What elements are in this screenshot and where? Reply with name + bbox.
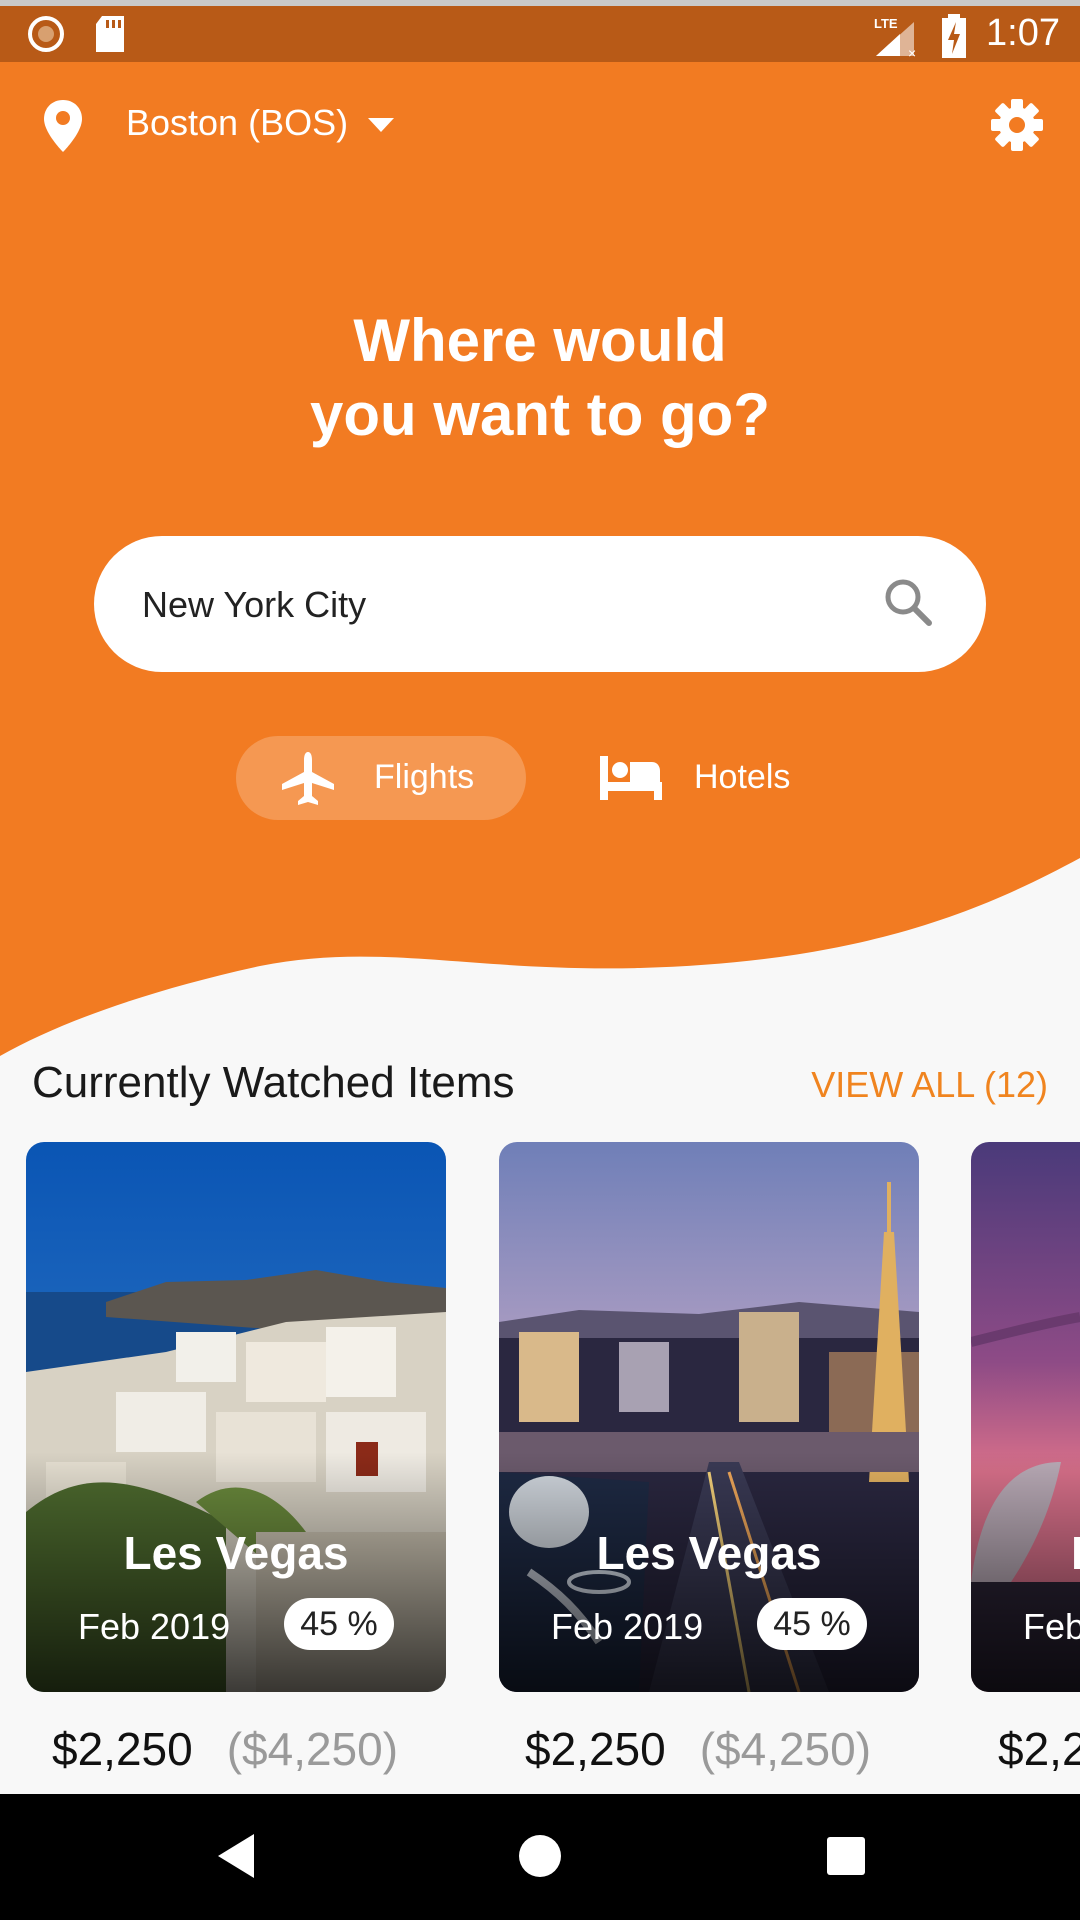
discount-badge: 45 % (757, 1598, 867, 1650)
current-price: $2,250 (525, 1723, 666, 1775)
tab-hotels-label: Hotels (694, 758, 791, 796)
tab-flights-label: Flights (374, 758, 475, 796)
gear-icon[interactable] (990, 98, 1044, 152)
recents-icon[interactable] (824, 1832, 868, 1880)
section-title: Currently Watched Items (32, 1058, 515, 1107)
card-date: Feb (1023, 1606, 1080, 1647)
original-price: ($4,250) (226, 1723, 399, 1775)
record-icon (28, 16, 64, 52)
map-pin-icon[interactable] (42, 98, 84, 154)
tab-hotels[interactable]: Hotels (590, 736, 830, 820)
svg-text:LTE: LTE (874, 16, 898, 31)
price-row: $2,250 ($4,250) (52, 1722, 398, 1776)
lte-signal-icon: LTE × (874, 16, 916, 58)
search-input[interactable]: New York City (94, 536, 986, 672)
page-title: Where would you want to go? (0, 304, 1080, 452)
card-date: Feb 2019 (78, 1606, 231, 1647)
original-price: ($4,250) (699, 1723, 872, 1775)
hero-section: Boston (BOS) Where would you want to go?… (0, 62, 1080, 1062)
sd-card-icon (96, 16, 124, 52)
search-input-value[interactable]: New York City (142, 584, 366, 626)
system-nav-bar (0, 1794, 1080, 1920)
current-price: $2,2 (998, 1723, 1080, 1775)
battery-charging-icon (942, 14, 966, 58)
card-title: Les Vegas (123, 1527, 349, 1579)
current-price: $2,250 (52, 1723, 193, 1775)
chevron-down-icon[interactable] (368, 118, 394, 134)
bed-icon (600, 756, 662, 800)
airplane-icon (282, 752, 334, 805)
home-icon[interactable] (518, 1832, 562, 1880)
card-title: L (1071, 1526, 1080, 1580)
watched-item-card[interactable]: L Feb (971, 1142, 1080, 1692)
price-row: $2,2 (998, 1722, 1080, 1776)
status-bar: LTE × 1:07 (0, 0, 1080, 62)
back-icon[interactable] (214, 1832, 258, 1880)
card-date: Feb 2019 (551, 1606, 704, 1647)
headline-line-1: Where would (353, 307, 727, 374)
location-selector[interactable]: Boston (BOS) (126, 102, 348, 144)
card-title: Les Vegas (596, 1527, 822, 1579)
tab-flights[interactable]: Flights (236, 736, 526, 820)
watched-item-card[interactable]: Les Vegas Feb 2019 45 % (26, 1142, 446, 1692)
watched-item-card[interactable]: Les Vegas Feb 2019 45 % (499, 1142, 919, 1692)
card-overlay (971, 1452, 1080, 1692)
svg-text:×: × (908, 45, 916, 58)
search-icon[interactable] (882, 576, 934, 628)
discount-badge: 45 % (284, 1598, 394, 1650)
headline-line-2: you want to go? (310, 381, 770, 448)
status-time: 1:07 (986, 12, 1060, 54)
price-row: $2,250 ($4,250) (525, 1722, 871, 1776)
view-all-link[interactable]: VIEW ALL (12) (811, 1064, 1048, 1106)
